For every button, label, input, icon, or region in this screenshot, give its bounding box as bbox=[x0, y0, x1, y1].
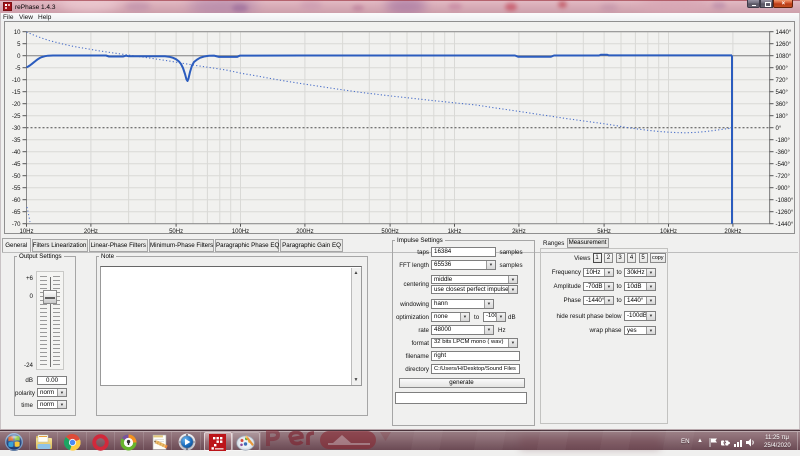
svg-text:10kHz: 10kHz bbox=[660, 229, 677, 234]
svg-text:-65: -65 bbox=[12, 210, 21, 216]
svg-text:100Hz: 100Hz bbox=[232, 229, 249, 234]
svg-text:540°: 540° bbox=[776, 90, 789, 96]
svg-text:2kHz: 2kHz bbox=[512, 229, 526, 234]
svg-text:500Hz: 500Hz bbox=[381, 229, 398, 234]
svg-text:900°: 900° bbox=[776, 66, 789, 72]
svg-text:1260°: 1260° bbox=[776, 42, 792, 48]
svg-text:-540°: -540° bbox=[776, 162, 791, 168]
svg-text:-1080°: -1080° bbox=[776, 198, 794, 204]
svg-text:0°: 0° bbox=[776, 126, 782, 132]
svg-text:-180°: -180° bbox=[776, 138, 791, 144]
svg-text:5kHz: 5kHz bbox=[597, 229, 611, 234]
svg-text:50Hz: 50Hz bbox=[169, 229, 183, 234]
svg-text:1440°: 1440° bbox=[776, 30, 792, 36]
svg-text:-360°: -360° bbox=[776, 150, 791, 156]
svg-text:360°: 360° bbox=[776, 102, 789, 108]
svg-text:-20: -20 bbox=[12, 102, 21, 108]
svg-text:-55: -55 bbox=[12, 186, 21, 192]
svg-text:0: 0 bbox=[17, 54, 21, 60]
svg-text:-15: -15 bbox=[12, 90, 21, 96]
svg-text:-5: -5 bbox=[15, 66, 21, 72]
svg-text:720°: 720° bbox=[776, 78, 789, 84]
svg-text:200Hz: 200Hz bbox=[296, 229, 313, 234]
svg-text:-50: -50 bbox=[12, 174, 21, 180]
svg-text:-10: -10 bbox=[12, 78, 21, 84]
svg-text:10: 10 bbox=[14, 30, 21, 36]
svg-text:20kHz: 20kHz bbox=[724, 229, 741, 234]
svg-text:-60: -60 bbox=[12, 198, 21, 204]
svg-text:-1440°: -1440° bbox=[776, 222, 794, 228]
svg-text:-900°: -900° bbox=[776, 186, 791, 192]
svg-text:-1260°: -1260° bbox=[776, 210, 794, 216]
svg-text:-720°: -720° bbox=[776, 174, 791, 180]
svg-text:20Hz: 20Hz bbox=[84, 229, 98, 234]
svg-text:-45: -45 bbox=[12, 162, 21, 168]
svg-text:-70: -70 bbox=[12, 222, 21, 228]
svg-text:-30: -30 bbox=[12, 126, 21, 132]
svg-text:-35: -35 bbox=[12, 138, 21, 144]
svg-text:5: 5 bbox=[17, 42, 21, 48]
svg-text:1kHz: 1kHz bbox=[448, 229, 462, 234]
svg-text:180°: 180° bbox=[776, 114, 789, 120]
svg-text:-40: -40 bbox=[12, 150, 21, 156]
svg-text:10Hz: 10Hz bbox=[19, 229, 33, 234]
svg-text:1080°: 1080° bbox=[776, 54, 792, 60]
svg-text:-25: -25 bbox=[12, 114, 21, 120]
